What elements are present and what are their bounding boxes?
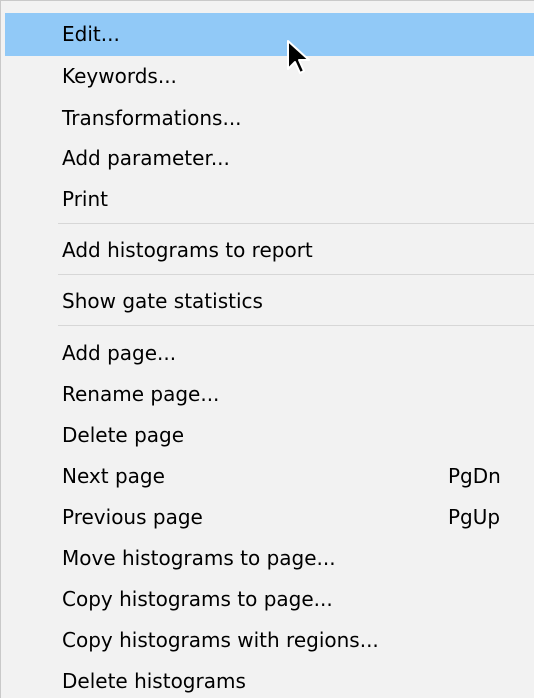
menu-item-add-page[interactable]: Add page... — [1, 332, 534, 375]
menu-separator — [58, 325, 534, 326]
menu-item-copy-histograms-with-regions[interactable]: Copy histograms with regions... — [1, 619, 534, 662]
menu-separator — [58, 223, 534, 224]
menu-item-edit[interactable]: Edit... — [5, 13, 534, 56]
menu-item-label: Print — [62, 187, 109, 211]
menu-item-label: Copy histograms with regions... — [62, 628, 379, 652]
menu-item-label: Delete histograms — [62, 669, 246, 693]
menu-item-show-gate-statistics[interactable]: Show gate statistics — [1, 280, 534, 323]
menu-item-shortcut: PgDn — [448, 464, 501, 488]
menu-item-move-histograms-to-page[interactable]: Move histograms to page... — [1, 537, 534, 580]
context-menu: Edit... Keywords... Transformations... A… — [0, 0, 534, 698]
menu-item-keywords[interactable]: Keywords... — [1, 55, 534, 98]
menu-item-rename-page[interactable]: Rename page... — [1, 373, 534, 416]
menu-item-previous-page[interactable]: Previous page PgUp — [1, 496, 534, 539]
menu-item-shortcut: PgUp — [448, 505, 501, 529]
menu-item-label: Show gate statistics — [62, 289, 263, 313]
menu-item-label: Copy histograms to page... — [62, 587, 333, 611]
menu-item-print[interactable]: Print — [1, 178, 534, 221]
menu-item-label: Move histograms to page... — [62, 546, 336, 570]
menu-item-label: Add parameter... — [62, 146, 230, 170]
menu-item-label: Transformations... — [62, 106, 242, 130]
menu-item-label: Next page — [62, 464, 165, 488]
menu-item-label: Delete page — [62, 423, 185, 447]
menu-item-label: Keywords... — [62, 64, 177, 88]
arrow-pointer-icon — [287, 40, 310, 74]
menu-item-next-page[interactable]: Next page PgDn — [1, 455, 534, 498]
menu-item-label: Rename page... — [62, 382, 220, 406]
menu-item-delete-page[interactable]: Delete page — [1, 414, 534, 457]
menu-item-label: Edit... — [62, 22, 120, 46]
menu-item-copy-histograms-to-page[interactable]: Copy histograms to page... — [1, 578, 534, 621]
menu-separator — [58, 274, 534, 275]
menu-item-transformations[interactable]: Transformations... — [1, 97, 534, 140]
menu-item-label: Previous page — [62, 505, 203, 529]
menu-item-add-parameter[interactable]: Add parameter... — [1, 137, 534, 180]
menu-item-delete-histograms[interactable]: Delete histograms — [1, 660, 534, 698]
menu-item-label: Add histograms to report — [62, 238, 313, 262]
menu-item-add-histograms-to-report[interactable]: Add histograms to report — [1, 229, 534, 272]
menu-item-label: Add page... — [62, 341, 177, 365]
